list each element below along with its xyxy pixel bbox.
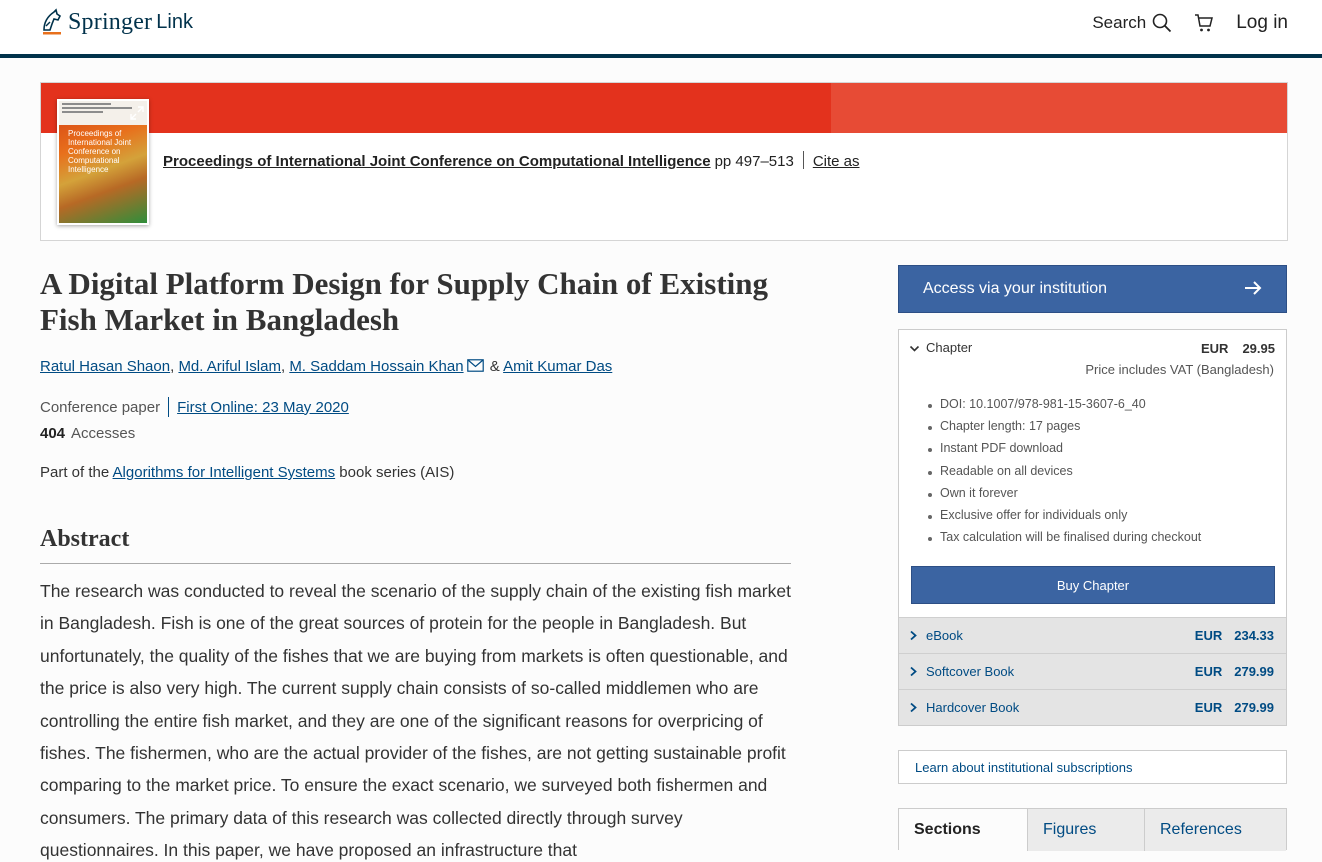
divider (168, 397, 170, 417)
option-softcover[interactable]: Softcover Book EUR 279.99 (899, 653, 1286, 689)
option-label: Softcover Book (926, 664, 1015, 679)
tab-references[interactable]: References (1144, 809, 1286, 851)
series-info: Part of the Algorithms for Intelligent S… (40, 464, 454, 481)
cart-button[interactable] (1194, 13, 1214, 33)
search-label: Search (1092, 13, 1147, 32)
book-info: Proceedings of International Joint Confe… (163, 151, 860, 170)
cite-as-link[interactable]: Cite as (813, 153, 860, 170)
site-header: Springer Link Search Log in (0, 0, 1322, 54)
banner-stripe-light (831, 83, 1287, 133)
chapter-currency: EUR (1201, 341, 1229, 356)
springer-link-logo[interactable]: Springer Link (40, 8, 193, 36)
book-banner: Proceedings of International Joint Confe… (40, 82, 1288, 241)
option-currency: EUR (1194, 664, 1223, 679)
buy-chapter-button[interactable]: Buy Chapter (911, 566, 1275, 604)
abstract-divider (40, 563, 791, 564)
feature-item: Instant PDF download (927, 441, 1201, 463)
chapter-price: EUR 29.95 (1201, 341, 1275, 356)
option-label: eBook (926, 628, 963, 643)
chevron-right-icon (909, 702, 918, 713)
logo-springer-text: Springer (68, 8, 153, 35)
series-link[interactable]: Algorithms for Intelligent Systems (113, 464, 336, 481)
feature-item: Own it forever (927, 486, 1201, 508)
accesses-count: 404 (40, 425, 66, 442)
accesses-metric: 404 Accesses (40, 425, 135, 442)
chevron-right-icon (909, 630, 918, 641)
author-list: Ratul Hasan Shaon, Md. Ariful Islam, M. … (40, 358, 612, 375)
tab-figures[interactable]: Figures (1027, 809, 1144, 851)
article-meta: Conference paper First Online: 23 May 20… (40, 397, 349, 417)
login-link[interactable]: Log in (1236, 12, 1288, 34)
feature-item: Exclusive offer for individuals only (927, 508, 1201, 530)
chevron-right-icon (909, 666, 918, 677)
access-via-institution-button[interactable]: Access via your institution (898, 265, 1287, 313)
section-tabs: Sections Figures References (898, 808, 1287, 851)
abstract-heading: Abstract (40, 526, 130, 552)
search-icon (1152, 13, 1172, 33)
vat-note: Price includes VAT (Bangladesh) (1085, 362, 1274, 377)
option-amount: 279.99 (1234, 664, 1274, 679)
institutional-subscriptions-link[interactable]: Learn about institutional subscriptions (898, 750, 1287, 784)
option-amount: 234.33 (1234, 628, 1274, 643)
article-type: Conference paper (40, 398, 161, 416)
feature-item: Chapter length: 17 pages (927, 419, 1201, 441)
book-title-link[interactable]: Proceedings of International Joint Confe… (163, 153, 711, 170)
cover-title: Proceedings of International Joint Confe… (68, 129, 132, 174)
feature-item: Readable on all devices (927, 464, 1201, 486)
article-title: A Digital Platform Design for Supply Cha… (40, 266, 769, 337)
feature-item: Tax calculation will be finalised during… (927, 530, 1201, 552)
part-of-prefix: Part of the (40, 464, 113, 481)
option-price: EUR 279.99 (1195, 664, 1274, 679)
author-link[interactable]: M. Saddam Hossain Khan (289, 358, 463, 375)
logo-link-text: Link (156, 10, 193, 33)
chapter-amount: 29.95 (1242, 341, 1275, 356)
option-currency: EUR (1194, 628, 1223, 643)
chapter-label: Chapter (926, 340, 973, 355)
option-currency: EUR (1194, 700, 1223, 715)
book-pages: pp 497–513 (714, 153, 794, 170)
springer-horse-icon (43, 8, 62, 35)
expand-icon[interactable] (129, 105, 145, 121)
feature-list: DOI: 10.1007/978-981-15-3607-6_40 Chapte… (927, 397, 1201, 552)
author-separator: & (485, 358, 504, 375)
search-button[interactable]: Search (1092, 13, 1172, 33)
buy-box: Chapter EUR 29.95 Price includes VAT (Ban… (898, 329, 1287, 726)
book-cover[interactable]: Proceedings of International Joint Confe… (57, 99, 149, 225)
abstract-text: The research was conducted to reveal the… (40, 581, 791, 861)
author-link[interactable]: Md. Ariful Islam (178, 358, 281, 375)
option-price: EUR 279.99 (1195, 700, 1274, 715)
part-of-suffix: book series (AIS) (335, 464, 455, 481)
option-amount: 279.99 (1234, 700, 1274, 715)
tab-sections[interactable]: Sections (899, 809, 1027, 851)
cart-icon (1195, 14, 1214, 32)
header-nav: Search Log in (1092, 12, 1288, 34)
arrow-right-icon (1245, 281, 1262, 295)
author-link[interactable]: Ratul Hasan Shaon (40, 358, 170, 375)
author-link[interactable]: Amit Kumar Das (503, 358, 612, 375)
chapter-row[interactable]: Chapter EUR 29.95 (909, 340, 1275, 356)
accesses-label: Accesses (71, 425, 136, 442)
chevron-down-icon (909, 345, 920, 352)
feature-item: DOI: 10.1007/978-981-15-3607-6_40 (927, 397, 1201, 419)
option-ebook[interactable]: eBook EUR 234.33 (899, 617, 1286, 653)
option-hardcover[interactable]: Hardcover Book EUR 279.99 (899, 689, 1286, 725)
access-label: Access via your institution (923, 280, 1108, 297)
header-divider (0, 54, 1322, 58)
mail-icon[interactable] (466, 359, 484, 372)
first-online-link[interactable]: First Online: 23 May 2020 (177, 399, 349, 416)
option-label: Hardcover Book (926, 700, 1020, 715)
divider (802, 151, 804, 169)
option-price: EUR 234.33 (1195, 628, 1274, 643)
